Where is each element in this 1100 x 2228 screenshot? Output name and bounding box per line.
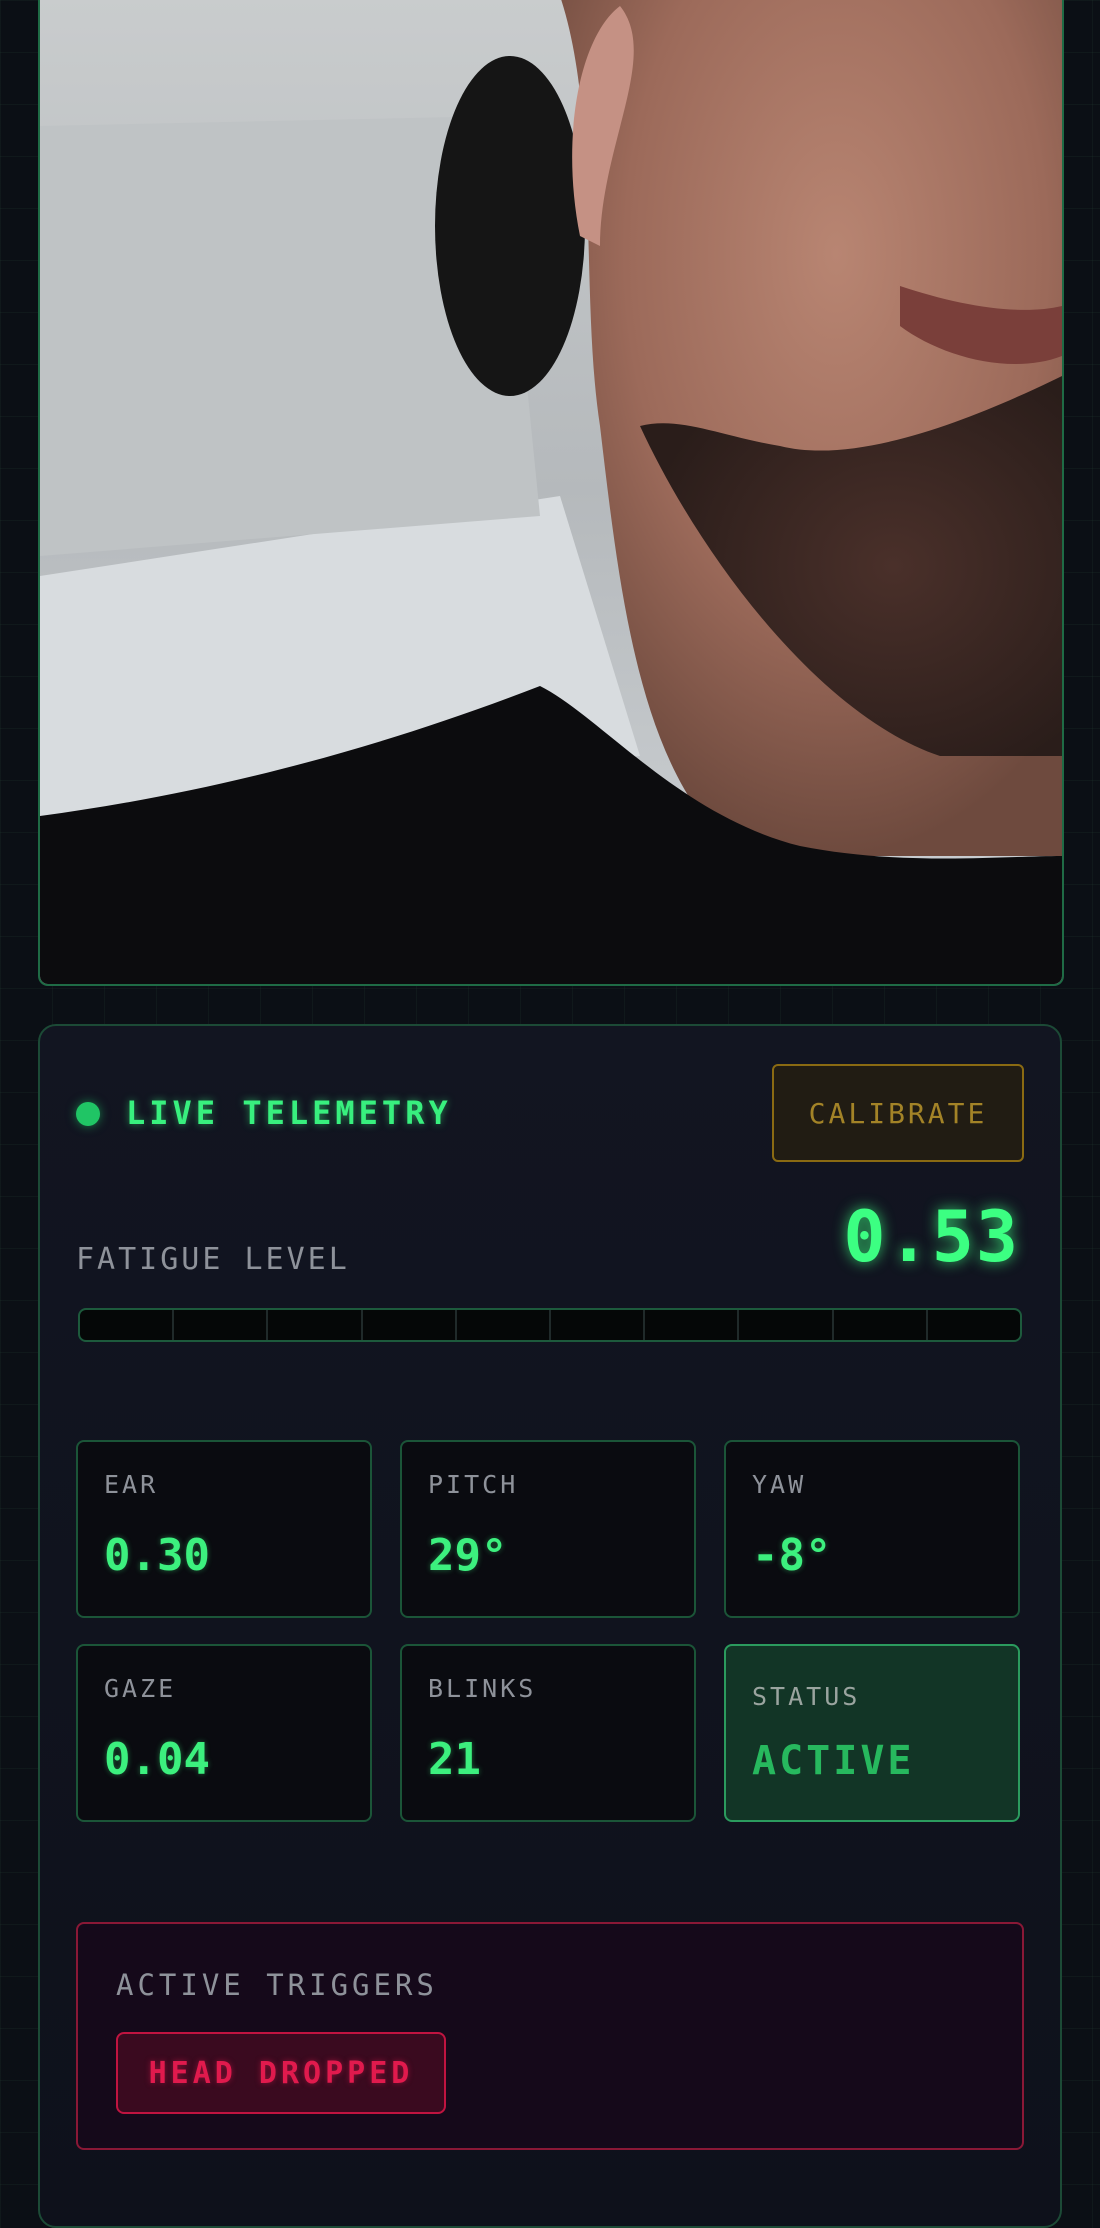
live-indicator-dot <box>76 1102 100 1126</box>
fatigue-bar-segment <box>457 1310 552 1340</box>
fatigue-bar-segment <box>928 1310 1020 1340</box>
fatigue-level-bar <box>78 1308 1022 1342</box>
metric-value: -8° <box>752 1530 832 1581</box>
active-triggers-label: ACTIVE TRIGGERS <box>116 1968 438 2002</box>
metric-card-status: STATUS ACTIVE <box>724 1644 1020 1822</box>
metric-label: EAR <box>104 1470 159 1499</box>
fatigue-bar-segment <box>834 1310 928 1340</box>
metric-label: YAW <box>752 1470 807 1499</box>
metric-card-pitch: PITCH 29° <box>400 1440 696 1618</box>
metric-card-ear: EAR 0.30 <box>76 1440 372 1618</box>
metric-value: 0.04 <box>104 1734 210 1785</box>
fatigue-bar-segment <box>268 1310 363 1340</box>
fatigue-bar-segment <box>739 1310 834 1340</box>
fatigue-bar-segment <box>174 1310 269 1340</box>
telemetry-header: LIVE TELEMETRY CALIBRATE <box>76 1064 1024 1164</box>
active-triggers-panel: ACTIVE TRIGGERS HEAD DROPPED <box>76 1922 1024 2150</box>
metric-value: 29° <box>428 1530 508 1581</box>
metric-label: GAZE <box>104 1674 177 1703</box>
metric-card-blinks: BLINKS 21 <box>400 1644 696 1822</box>
metric-label: STATUS <box>752 1682 861 1711</box>
calibrate-button[interactable]: CALIBRATE <box>772 1064 1024 1162</box>
webcam-image <box>40 0 1062 984</box>
fatigue-level-value: 0.53 <box>843 1196 1020 1278</box>
fatigue-bar-segment <box>363 1310 457 1340</box>
metric-card-yaw: YAW -8° <box>724 1440 1020 1618</box>
metric-value: 21 <box>428 1734 481 1785</box>
metric-label: BLINKS <box>428 1674 537 1703</box>
fatigue-bar-segment <box>551 1310 646 1340</box>
telemetry-panel: LIVE TELEMETRY CALIBRATE FATIGUE LEVEL 0… <box>38 1024 1062 2228</box>
camera-feed <box>38 0 1064 986</box>
fatigue-bar-segment <box>645 1310 740 1340</box>
telemetry-title: LIVE TELEMETRY <box>126 1094 452 1132</box>
trigger-chip-head-dropped: HEAD DROPPED <box>116 2032 446 2114</box>
metric-card-gaze: GAZE 0.04 <box>76 1644 372 1822</box>
metric-value: 0.30 <box>104 1530 210 1581</box>
fatigue-level-label: FATIGUE LEVEL <box>76 1242 350 1277</box>
status-badge: ACTIVE <box>752 1738 915 1784</box>
fatigue-bar-segment <box>80 1310 175 1340</box>
metric-label: PITCH <box>428 1470 519 1499</box>
